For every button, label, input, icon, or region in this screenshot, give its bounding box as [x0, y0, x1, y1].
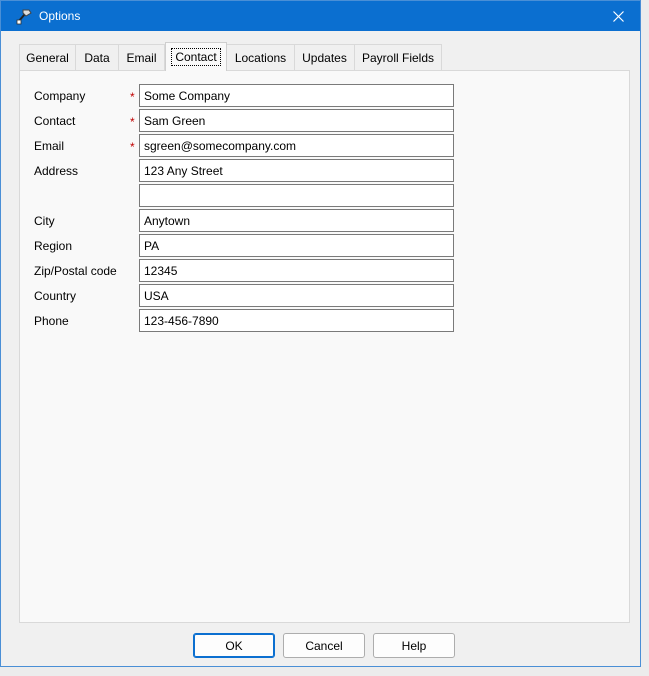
region-label: Region	[34, 239, 73, 253]
title-bar[interactable]: Options	[1, 1, 640, 31]
contact-label: Contact	[34, 114, 76, 128]
company-label: Company	[34, 89, 86, 103]
tab-contact-label: Contact	[171, 48, 221, 66]
company-required-marker: *	[130, 90, 135, 104]
window-title: Options	[39, 9, 81, 23]
contact-panel: Company * Contact * Email * Address City…	[19, 70, 630, 623]
address-line2-field[interactable]	[139, 184, 454, 207]
address-line1-field[interactable]	[139, 159, 454, 182]
options-dialog: Options General Data Email Contact Locat…	[0, 0, 641, 667]
cancel-button[interactable]: Cancel	[283, 633, 365, 658]
tab-data-label: Data	[84, 50, 110, 65]
city-label: City	[34, 214, 55, 228]
contact-required-marker: *	[130, 115, 135, 129]
email-field[interactable]	[139, 134, 454, 157]
close-button[interactable]	[596, 1, 640, 31]
contact-field[interactable]	[139, 109, 454, 132]
ok-button[interactable]: OK	[193, 633, 275, 658]
phone-field[interactable]	[139, 309, 454, 332]
phone-label: Phone	[34, 314, 69, 328]
tab-general[interactable]: General	[19, 44, 76, 70]
close-icon	[612, 10, 624, 22]
country-label: Country	[34, 289, 77, 303]
zip-field[interactable]	[139, 259, 454, 282]
help-button[interactable]: Help	[373, 633, 455, 658]
tab-locations-label: Locations	[234, 50, 287, 65]
tab-email-label: Email	[126, 50, 157, 65]
email-required-marker: *	[130, 140, 135, 154]
country-field[interactable]	[139, 284, 454, 307]
tab-data[interactable]: Data	[75, 44, 119, 70]
app-icon	[16, 9, 32, 25]
window-shadow-right	[641, 0, 649, 676]
tab-contact[interactable]: Contact	[165, 42, 227, 71]
region-field[interactable]	[139, 234, 454, 257]
tab-locations[interactable]: Locations	[226, 44, 295, 70]
city-field[interactable]	[139, 209, 454, 232]
company-field[interactable]	[139, 84, 454, 107]
tab-payroll-fields-label: Payroll Fields	[361, 50, 435, 65]
tab-updates-label: Updates	[302, 50, 347, 65]
tab-email[interactable]: Email	[118, 44, 165, 70]
tab-payroll-fields[interactable]: Payroll Fields	[354, 44, 442, 70]
zip-label: Zip/Postal code	[34, 264, 117, 278]
tab-updates[interactable]: Updates	[294, 44, 355, 70]
email-label: Email	[34, 139, 65, 153]
window-shadow-bottom	[0, 667, 649, 676]
address-label: Address	[34, 164, 79, 178]
tab-general-label: General	[26, 50, 69, 65]
